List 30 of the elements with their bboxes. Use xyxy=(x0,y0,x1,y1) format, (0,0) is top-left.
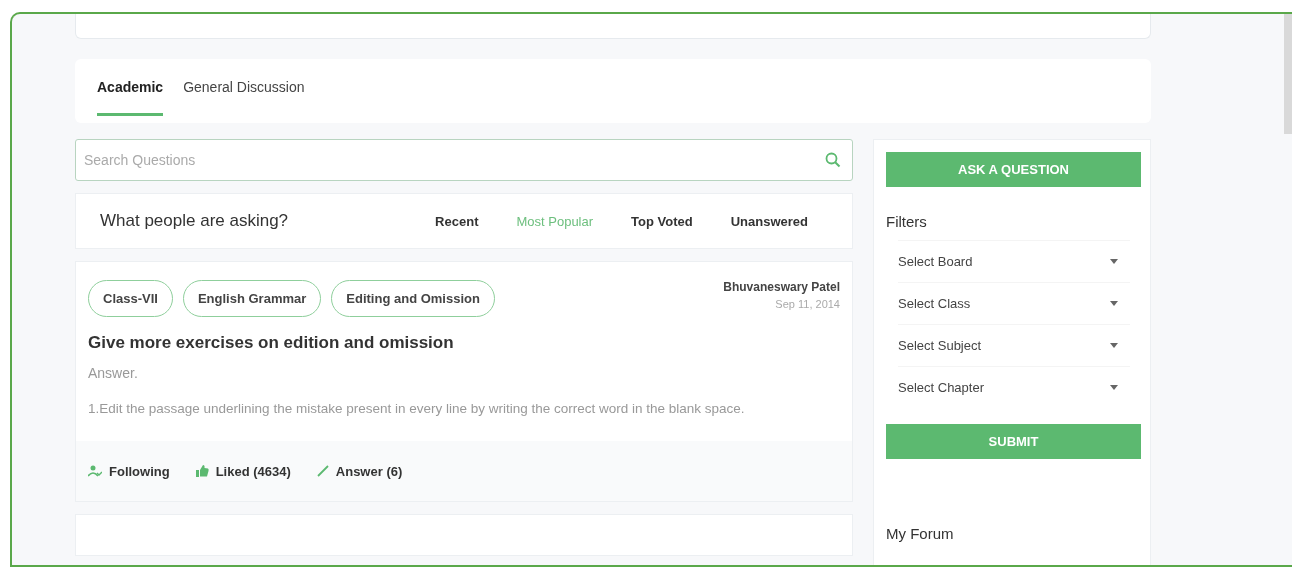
question-title[interactable]: Give more exercises on edition and omission xyxy=(88,333,840,353)
feed-heading: What people are asking? xyxy=(100,211,290,231)
sort-link[interactable]: Top Voted xyxy=(631,213,693,229)
tab[interactable]: General Discussion xyxy=(183,59,305,116)
caret-icon xyxy=(1110,385,1118,390)
answer-text: 1.Edit the passage underlining the mistake present in every line by writing the correct word in the blank space. xyxy=(88,400,746,418)
search-field[interactable]: Search Questions xyxy=(75,139,853,181)
my-forum-title: My Forum xyxy=(886,525,955,542)
scrollbar[interactable] xyxy=(1284,14,1292,134)
filter-dropdown[interactable]: Select Class xyxy=(898,282,1130,324)
person-icon xyxy=(88,465,102,477)
sort-link[interactable]: Recent xyxy=(435,213,479,229)
filter-dropdown[interactable]: Select Chapter xyxy=(898,366,1130,408)
sort-link[interactable]: Unanswered xyxy=(730,213,808,229)
action-link[interactable]: Liked (4634) xyxy=(195,463,291,479)
post-date: Sep 11, 2014 xyxy=(775,298,840,310)
thumbs-up-icon xyxy=(195,465,209,477)
caret-icon xyxy=(1110,343,1118,348)
filter-dropdown[interactable]: Select Subject xyxy=(898,324,1130,366)
answer-label: Answer. xyxy=(88,365,139,381)
author-name[interactable]: Bhuvaneswary Patel xyxy=(723,280,840,294)
caret-icon xyxy=(1110,301,1118,306)
filter-dropdown[interactable]: Select Board xyxy=(898,240,1130,282)
action-link[interactable]: Following xyxy=(88,463,170,479)
pencil-icon xyxy=(316,465,329,477)
tab[interactable]: Academic xyxy=(97,59,164,116)
caret-icon xyxy=(1110,259,1118,264)
search-icon[interactable] xyxy=(825,152,841,168)
action-link[interactable]: Answer (6) xyxy=(316,463,403,479)
filters-title: Filters xyxy=(886,213,928,230)
